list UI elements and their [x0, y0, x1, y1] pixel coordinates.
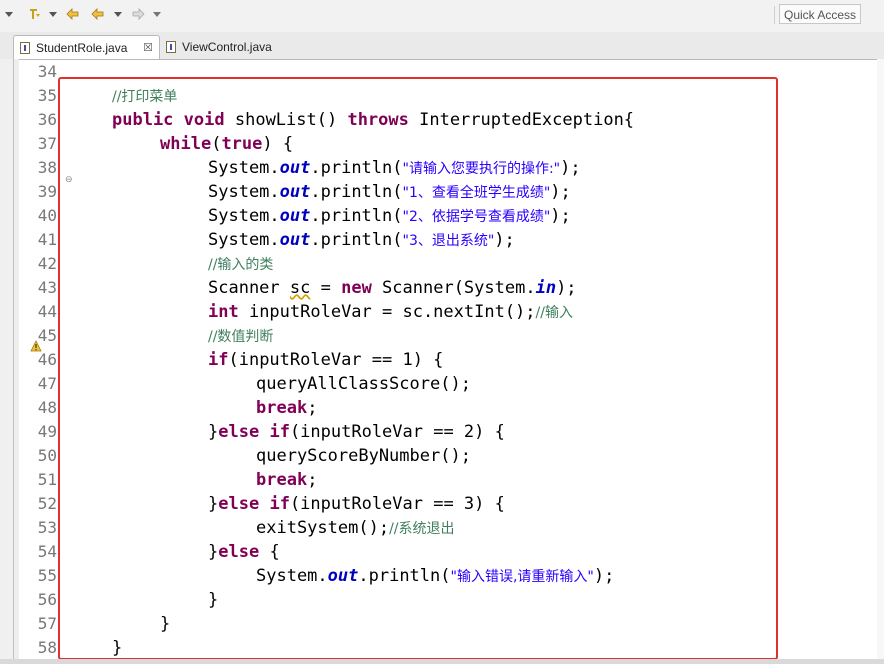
tab-view-control-java[interactable]: ViewControl.java — [160, 35, 290, 59]
line-number: 42 — [37, 254, 57, 273]
line-number: 34 — [37, 62, 57, 81]
line-number: 43 — [37, 278, 57, 297]
dropdown-arrow-icon[interactable] — [111, 7, 125, 21]
back-arrow-icon[interactable] — [91, 7, 105, 21]
editor-border — [14, 59, 884, 60]
line-number-gutter: 34 35 36 37 38 39 40 41 42 43 44 45 46 4… — [19, 59, 57, 664]
line-number: 55 — [37, 566, 57, 585]
line-number: 38 — [37, 158, 57, 177]
bottom-status-strip — [0, 659, 884, 664]
line-number: 56 — [37, 590, 57, 609]
line-number: 51 — [37, 470, 57, 489]
tab-label: ViewControl.java — [182, 40, 272, 54]
java-file-icon — [20, 42, 30, 54]
line-number: 57 — [37, 614, 57, 633]
quick-access-field[interactable]: Quick Access — [779, 4, 861, 24]
line-number: 35 — [37, 86, 57, 105]
line-number: 54 — [37, 542, 57, 561]
java-file-icon — [166, 41, 176, 53]
dropdown-arrow-icon[interactable] — [150, 7, 164, 21]
line-number: 39 — [37, 182, 57, 201]
line-number: 36 — [37, 110, 57, 129]
warning-icon — [30, 340, 42, 352]
toolbar-separator — [774, 6, 775, 24]
main-toolbar: Quick Access — [0, 0, 884, 32]
dropdown-arrow-icon[interactable] — [46, 7, 60, 21]
pin-icon[interactable] — [27, 7, 41, 21]
line-number: 40 — [37, 206, 57, 225]
line-number: 52 — [37, 494, 57, 513]
line-number: 41 — [37, 230, 57, 249]
line-number: 49 — [37, 422, 57, 441]
forward-arrow-icon[interactable] — [131, 7, 145, 21]
tab-label: StudentRole.java — [36, 41, 128, 55]
line-number: 48 — [37, 398, 57, 417]
overview-ruler[interactable] — [877, 59, 884, 664]
line-number: 58 — [37, 638, 57, 657]
line-number: 53 — [37, 518, 57, 537]
back-yellow-icon[interactable] — [66, 7, 80, 21]
line-number: 50 — [37, 446, 57, 465]
editor-tab-bar: StudentRole.java ☒ ViewControl.java — [0, 32, 884, 59]
tab-student-role-java[interactable]: StudentRole.java ☒ — [13, 35, 160, 59]
line-number: 47 — [37, 374, 57, 393]
line-number: 44 — [37, 302, 57, 321]
close-tab-icon[interactable]: ☒ — [143, 36, 153, 60]
red-highlight-annotation — [58, 77, 778, 660]
dropdown-arrow-icon[interactable] — [2, 7, 16, 21]
line-number: 37 — [37, 134, 57, 153]
